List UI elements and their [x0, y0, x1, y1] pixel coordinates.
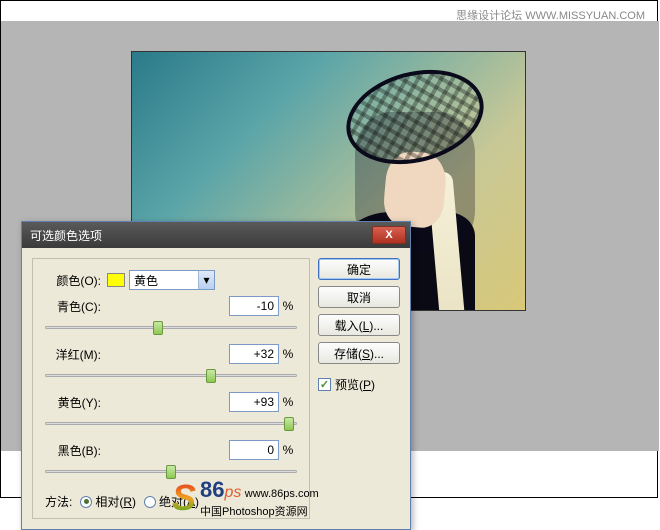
relative-label: 相对(R) — [95, 493, 136, 510]
color-label: 颜色(O): — [45, 272, 107, 289]
black-label: 黑色(B): — [45, 442, 107, 459]
preview-label: 预览(P) — [335, 376, 375, 393]
radio-icon — [80, 496, 92, 508]
magenta-slider[interactable] — [45, 367, 297, 385]
outer-frame: 思缘设计论坛 WWW.MISSYUAN.COM 可选颜色选项 X — [0, 0, 658, 498]
pct: % — [279, 443, 297, 457]
save-button[interactable]: 存储(S)... — [318, 342, 400, 364]
color-row: 颜色(O): 黄色 ▾ — [45, 269, 297, 291]
logo-url: www.86ps.com — [245, 488, 319, 500]
cyan-slider[interactable] — [45, 319, 297, 337]
canvas-bg: 可选颜色选项 X 颜色(O): 黄色 ▾ — [1, 21, 659, 451]
black-row: 黑色(B): 0 % — [45, 439, 297, 461]
close-button[interactable]: X — [372, 226, 406, 244]
side-buttons: 确定 取消 载入(L)... 存储(S)... 预览(P) — [318, 258, 400, 519]
black-input[interactable]: 0 — [229, 440, 279, 460]
yellow-row: 黄色(Y): +93 % — [45, 391, 297, 413]
magenta-row: 洋红(M): +32 % — [45, 343, 297, 365]
radio-icon — [144, 496, 156, 508]
checkbox-icon — [318, 378, 331, 391]
watermark-logo: S 86ps www.86ps.com 中国Photoshop资源网 — [172, 477, 319, 519]
pct: % — [279, 299, 297, 313]
pct: % — [279, 395, 297, 409]
cyan-label: 青色(C): — [45, 298, 107, 315]
magenta-input[interactable]: +32 — [229, 344, 279, 364]
cyan-row: 青色(C): -10 % — [45, 295, 297, 317]
dialog-title: 可选颜色选项 — [26, 227, 372, 244]
load-button[interactable]: 载入(L)... — [318, 314, 400, 336]
yellow-input[interactable]: +93 — [229, 392, 279, 412]
logo-swoosh: S — [172, 477, 196, 519]
slider-thumb[interactable] — [153, 321, 163, 335]
ok-button[interactable]: 确定 — [318, 258, 400, 280]
magenta-label: 洋红(M): — [45, 346, 107, 363]
relative-option[interactable]: 相对(R) — [80, 493, 136, 510]
color-dropdown[interactable]: 黄色 ▾ — [129, 270, 215, 290]
pct: % — [279, 347, 297, 361]
logo-ps: ps — [225, 484, 242, 501]
cyan-input[interactable]: -10 — [229, 296, 279, 316]
selective-color-dialog: 可选颜色选项 X 颜色(O): 黄色 ▾ — [21, 221, 411, 530]
titlebar[interactable]: 可选颜色选项 X — [22, 222, 410, 248]
method-label: 方法: — [45, 493, 72, 510]
cancel-button[interactable]: 取消 — [318, 286, 400, 308]
close-icon: X — [385, 229, 392, 241]
color-swatch — [107, 273, 125, 287]
yellow-label: 黄色(Y): — [45, 394, 107, 411]
slider-thumb[interactable] — [206, 369, 216, 383]
yellow-slider[interactable] — [45, 415, 297, 433]
logo-86: 86 — [200, 477, 224, 502]
color-select: 黄色 ▾ — [107, 270, 215, 290]
color-value: 黄色 — [134, 272, 158, 289]
chevron-down-icon: ▾ — [198, 271, 214, 289]
logo-caption: 中国Photoshop资源网 — [200, 506, 308, 518]
slider-thumb[interactable] — [284, 417, 294, 431]
preview-row[interactable]: 预览(P) — [318, 376, 400, 393]
